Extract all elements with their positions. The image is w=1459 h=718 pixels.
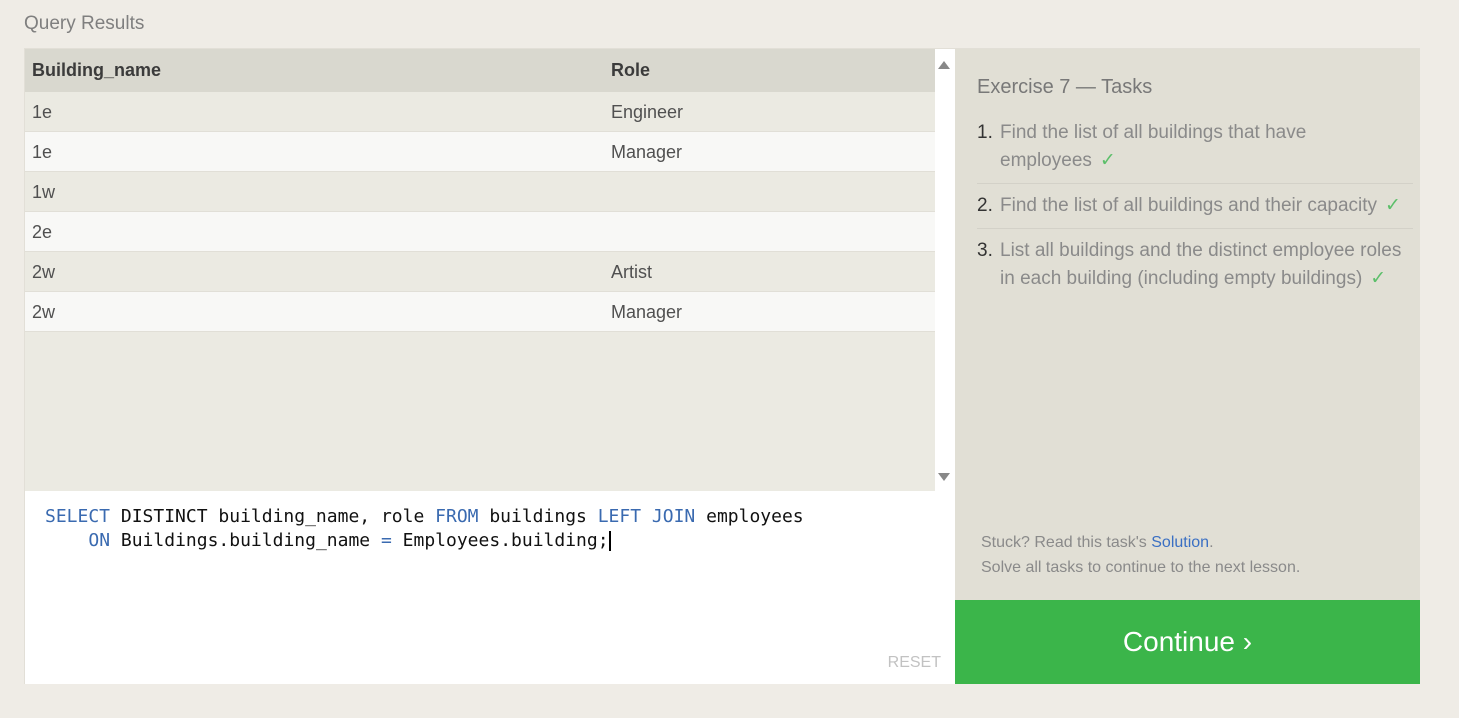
table-cell: 2e (32, 222, 53, 242)
column-header-role: Role (611, 60, 651, 80)
table-cell: 1w (32, 182, 56, 202)
table-cell: 1e (32, 102, 53, 122)
sql-operator: = (380, 530, 392, 551)
exercise-panel: Building_name Role 1e Engineer 1e Manage… (24, 48, 1420, 684)
table-cell: Engineer (611, 102, 684, 122)
reset-button[interactable]: RESET (888, 654, 941, 672)
task-number: 1. (977, 122, 993, 143)
table-row: 2w Manager (25, 292, 935, 332)
tasks-panel: Exercise 7 — Tasks 1. Find the list of a… (955, 49, 1420, 600)
sql-code[interactable]: SELECT DISTINCT building_name, role FROM… (45, 505, 804, 553)
results-scrollbar[interactable] (935, 49, 955, 491)
table-row: 1w (25, 172, 935, 212)
task-number: 2. (977, 195, 993, 216)
table-cell: Manager (611, 142, 683, 162)
query-results-title: Query Results (24, 13, 145, 34)
sql-keyword: SELECT (45, 506, 111, 527)
stuck-prefix: Stuck? Read this task's (981, 534, 1152, 551)
sql-keyword: ON (88, 530, 111, 551)
table-cell: 2w (32, 262, 56, 282)
table-cell: Artist (611, 262, 653, 282)
table-row: 1e Engineer (25, 92, 935, 132)
table-row: 2w Artist (25, 252, 935, 292)
checkmark-icon: ✓ (1370, 268, 1387, 289)
stuck-suffix: . (1209, 534, 1214, 551)
column-header-building-name: Building_name (32, 60, 162, 80)
task-text: List all buildings and the distinct empl… (1000, 240, 1402, 289)
scroll-down-arrow-icon[interactable] (938, 473, 950, 481)
exercise-title: Exercise 7 — Tasks (977, 76, 1153, 98)
checkmark-icon: ✓ (1385, 195, 1401, 216)
sql-text: buildings (478, 506, 598, 527)
task-item: 2. Find the list of all buildings and th… (977, 192, 1413, 229)
sql-text: employees (695, 506, 804, 527)
text-cursor (608, 531, 611, 551)
task-body: Find the list of all buildings that have… (1000, 119, 1413, 175)
sql-text: Buildings.building_name (110, 530, 381, 551)
continue-hint: Solve all tasks to continue to the next … (981, 559, 1301, 576)
table-cell: 2w (32, 302, 56, 322)
help-text: Stuck? Read this task's Solution. Solve … (981, 530, 1300, 580)
sql-editor[interactable]: SELECT DISTINCT building_name, role FROM… (25, 491, 955, 684)
sql-text: Employees.building; (391, 530, 609, 551)
task-text: Find the list of all buildings that have… (1000, 122, 1307, 171)
results-table: Building_name Role 1e Engineer 1e Manage… (25, 49, 935, 491)
table-cell (604, 172, 935, 211)
scroll-up-arrow-icon[interactable] (938, 61, 950, 69)
table-cell: Manager (611, 302, 683, 322)
task-body: List all buildings and the distinct empl… (1000, 237, 1413, 293)
checkmark-icon: ✓ (1099, 150, 1116, 171)
task-item: 1. Find the list of all buildings that h… (977, 119, 1413, 184)
task-text: Find the list of all buildings and their… (1000, 195, 1378, 216)
table-header-row: Building_name Role (25, 49, 935, 92)
solution-link[interactable]: Solution (1151, 534, 1209, 551)
task-item: 3. List all buildings and the distinct e… (977, 237, 1413, 301)
table-cell (604, 212, 935, 251)
sql-keyword: FROM (435, 506, 479, 527)
task-body: Find the list of all buildings and their… (1000, 192, 1401, 220)
sql-indent (45, 530, 88, 551)
continue-button[interactable]: Continue › (955, 600, 1420, 684)
sql-keyword: LEFT JOIN (597, 506, 696, 527)
table-row: 2e (25, 212, 935, 252)
task-list: 1. Find the list of all buildings that h… (977, 119, 1413, 309)
sql-text: DISTINCT building_name, role (110, 506, 436, 527)
table-cell: 1e (32, 142, 53, 162)
table-row: 1e Manager (25, 132, 935, 172)
task-number: 3. (977, 240, 993, 261)
